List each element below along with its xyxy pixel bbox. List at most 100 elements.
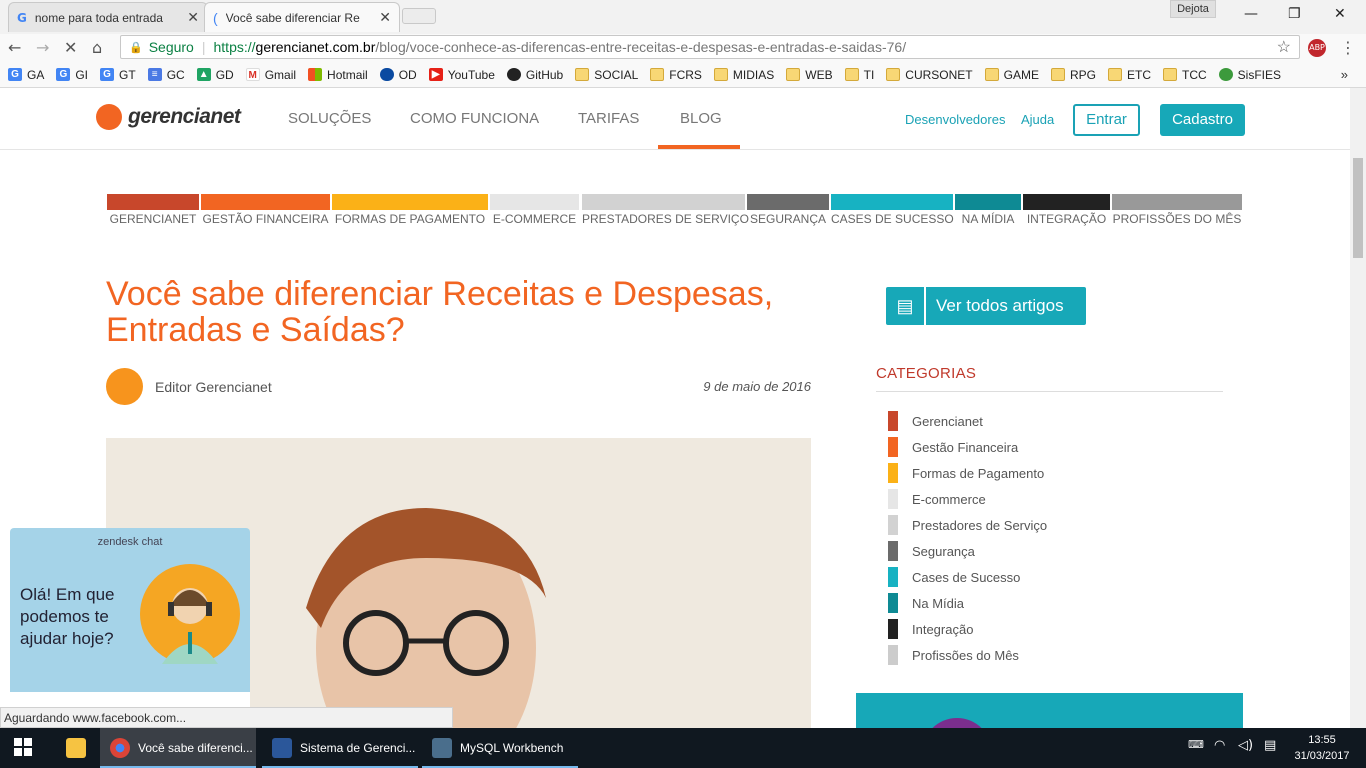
login-button[interactable]: Entrar [1073,104,1140,136]
category-swatch [888,593,898,613]
nav-solucoes[interactable]: SOLUÇÕES [288,110,371,127]
category-color [332,194,488,210]
help-link[interactable]: Ajuda [1021,112,1054,127]
menu-icon[interactable]: ⋮ [1340,38,1356,57]
wifi-icon[interactable]: ◠ [1214,738,1225,753]
bookmark-od[interactable]: OD [379,68,417,82]
site-header: gerencianet SOLUÇÕES COMO FUNCIONA TARIF… [0,88,1350,150]
category-item[interactable]: Integração [888,616,1047,642]
bookmark-sisfies[interactable]: SisFIES [1218,68,1281,82]
bookmark-github[interactable]: GitHub [506,68,563,82]
bookmark-social[interactable]: SOCIAL [575,68,638,82]
windows-start-icon[interactable] [14,738,32,756]
category-tab[interactable]: FORMAS DE PAGAMENTO [332,194,488,234]
minimize-icon[interactable]: — [1244,6,1258,22]
tab-title: Você sabe diferenciar Re [225,10,360,25]
maximize-icon[interactable]: ❐ [1288,6,1301,22]
bookmark-ga[interactable]: G GA [8,68,44,82]
bookmark-gd[interactable]: ▲ GD [196,68,234,82]
bookmark-rpg[interactable]: RPG [1050,68,1096,82]
bookmark-etc[interactable]: ETC [1107,68,1151,82]
category-tab[interactable]: CASES DE SUCESSO [831,194,954,234]
category-item[interactable]: E-commerce [888,486,1047,512]
folder-icon [66,738,86,758]
category-tab[interactable]: GESTÃO FINANCEIRA [201,194,330,234]
site-logo[interactable]: gerencianet [96,104,241,130]
category-item[interactable]: Cases de Sucesso [888,564,1047,590]
promo-banner[interactable] [856,693,1243,728]
nav-como-funciona[interactable]: COMO FUNCIONA [410,110,539,127]
adblock-icon[interactable]: ABP [1308,39,1326,57]
article-author[interactable]: Editor Gerencianet [155,379,272,395]
category-item[interactable]: Formas de Pagamento [888,460,1047,486]
nav-tarifas[interactable]: TARIFAS [578,110,639,127]
category-item-label: Cases de Sucesso [912,569,1021,585]
more-bookmarks-icon[interactable]: » [1341,67,1348,82]
category-item[interactable]: Profissões do Mês [888,642,1047,668]
bookmark-tcc[interactable]: TCC [1162,68,1207,82]
nav-blog[interactable]: BLOG [680,110,722,127]
notifications-icon[interactable]: ▤ [1264,738,1276,753]
home-icon[interactable]: ⌂ [92,38,102,57]
bookmark-cursonet[interactable]: CURSONET [886,68,973,82]
bookmark-fcrs[interactable]: FCRS [650,68,702,82]
category-tab[interactable]: GERENCIANET [107,194,199,234]
signup-button[interactable]: Cadastro [1160,104,1245,136]
bookmark-label: FCRS [669,67,702,82]
category-item[interactable]: Gerencianet [888,408,1047,434]
file-explorer-button[interactable] [56,728,96,768]
bookmark-web[interactable]: WEB [786,67,833,82]
folder-icon [786,68,801,81]
bookmark-gt[interactable]: G GT [100,68,136,82]
category-tab[interactable]: E-COMMERCE [490,194,579,234]
bookmark-game[interactable]: GAME [984,68,1039,82]
volume-icon[interactable]: ◁) [1238,738,1253,753]
chat-widget[interactable]: zendesk chat Olá! Em que podemos te ajud… [10,528,250,718]
scrollbar-thumb[interactable] [1353,158,1363,258]
category-tab[interactable]: SEGURANÇA [747,194,829,234]
developers-link[interactable]: Desenvolvedores [905,112,1005,127]
category-label: PROFISSÕES DO MÊS [1112,212,1242,226]
close-icon[interactable]: ✕ [379,9,391,26]
tab-title: nome para toda entrada [34,10,163,25]
close-window-icon[interactable]: ✕ [1334,6,1346,22]
close-icon[interactable]: ✕ [187,9,199,26]
back-icon[interactable]: ← [8,38,21,57]
bookmark-gmail[interactable]: M Gmail [245,68,296,82]
tab-google[interactable]: G nome para toda entrada ✕ [8,2,208,32]
category-color [107,194,199,210]
see-all-articles-button[interactable]: ▤ Ver todos artigos [886,287,1086,325]
category-tab[interactable]: PRESTADORES DE SERVIÇO [582,194,749,234]
bookmark-gc[interactable]: ≡ GC [147,68,185,82]
bookmark-gi[interactable]: G GI [56,68,88,82]
category-tab[interactable]: NA MÍDIA [955,194,1021,234]
category-item[interactable]: Na Mídia [888,590,1047,616]
scrollbar[interactable] [1350,88,1366,728]
taskbar-chrome[interactable]: Você sabe diferenci... [100,728,256,768]
category-item[interactable]: Gestão Financeira [888,434,1047,460]
taskbar-word[interactable]: Sistema de Gerenci... [262,728,418,768]
stop-icon[interactable]: ✕ [64,38,77,57]
category-item[interactable]: Segurança [888,538,1047,564]
keyboard-icon[interactable]: ⌨ [1188,738,1204,751]
category-tab[interactable]: INTEGRAÇÃO [1023,194,1110,234]
taskbar-label: Você sabe diferenci... [138,741,253,755]
address-bar[interactable]: 🔒 Seguro | https://gerencianet.com.br/bl… [120,35,1300,59]
taskbar-mysql[interactable]: MySQL Workbench [422,728,578,768]
star-icon[interactable]: ☆ [1277,37,1291,57]
category-item[interactable]: Prestadores de Serviço [888,512,1047,538]
profile-button[interactable]: Dejota [1170,0,1216,18]
forward-icon[interactable]: → [36,38,49,57]
bookmark-midias[interactable]: MIDIAS [713,68,774,82]
bookmark-youtube[interactable]: ▶ YouTube [428,68,495,82]
clock[interactable]: 13:55 31/03/2017 [1290,732,1354,764]
bookmark-hotmail[interactable]: Hotmail [308,68,368,82]
gmail-icon: M [245,68,260,81]
clock-time: 13:55 [1308,734,1336,746]
bookmark-ti[interactable]: TI [844,68,874,82]
category-tab[interactable]: PROFISSÕES DO MÊS [1112,194,1242,234]
bookmark-label: WEB [805,67,833,82]
tab-article[interactable]: ( Você sabe diferenciar Re ✕ [204,2,400,32]
categories-heading: CATEGORIAS [876,365,977,382]
new-tab-button[interactable] [402,8,436,24]
